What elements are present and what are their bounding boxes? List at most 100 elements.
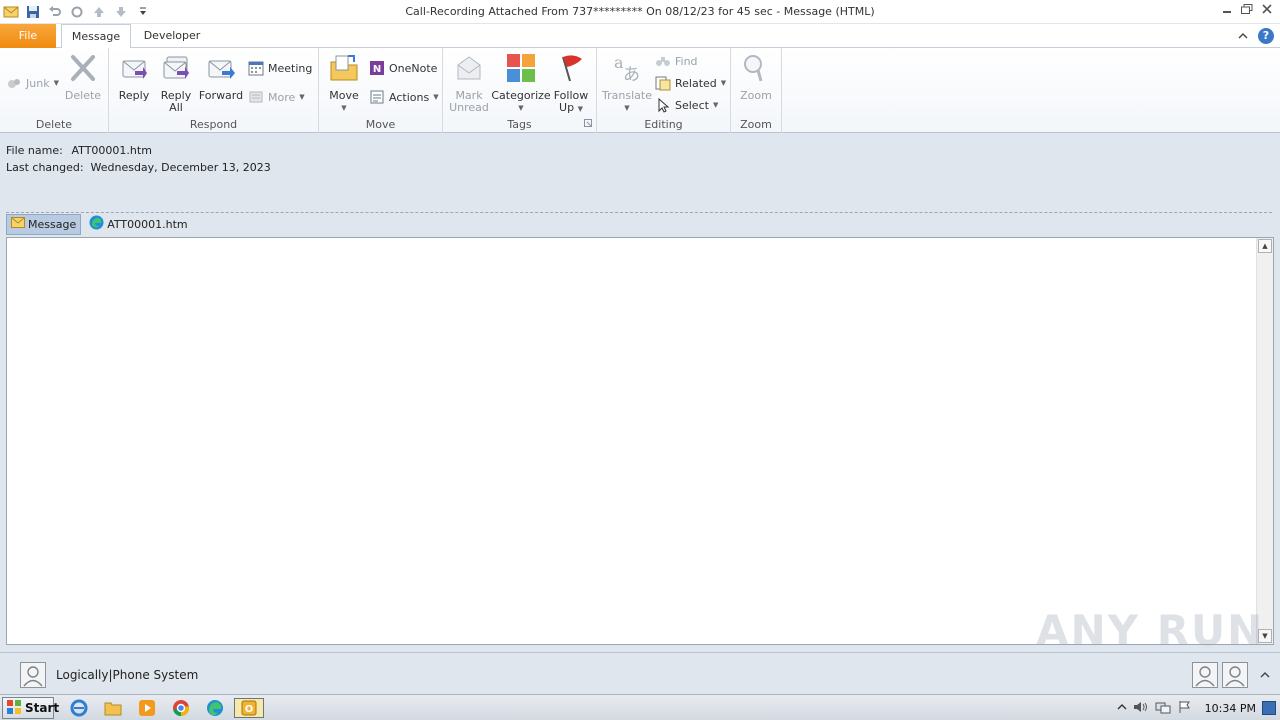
- actions-icon: [369, 89, 385, 105]
- expand-people-pane-icon[interactable]: [1260, 669, 1270, 682]
- svg-text:N: N: [373, 64, 381, 75]
- onenote-icon: N: [369, 60, 385, 76]
- attachment-file[interactable]: ATT00001.htm: [85, 214, 191, 235]
- clock[interactable]: 10:34 PM: [1205, 702, 1256, 715]
- reply-all-button[interactable]: Reply All: [157, 52, 195, 114]
- reply-icon: [118, 52, 150, 84]
- categorize-icon: [505, 52, 537, 84]
- network-icon[interactable]: [1155, 700, 1171, 717]
- ribbon-group-move: Move ▼ N OneNote Actions ▼ Move: [319, 48, 443, 133]
- help-icon[interactable]: ?: [1258, 28, 1274, 44]
- actions-button[interactable]: Actions ▼: [369, 88, 439, 106]
- follow-up-button[interactable]: Follow Up ▼: [553, 52, 589, 115]
- restore-icon[interactable]: [1240, 2, 1254, 16]
- group-label-tags: Tags: [507, 118, 532, 131]
- move-folder-icon: [328, 52, 360, 84]
- edge-icon[interactable]: [204, 698, 226, 718]
- magnifier-icon: [740, 52, 772, 84]
- chevron-down-icon: ▼: [712, 101, 719, 109]
- tab-developer[interactable]: Developer: [136, 24, 208, 48]
- group-label-editing: Editing: [644, 118, 683, 131]
- start-button[interactable]: Start: [2, 697, 59, 719]
- more-respond-button[interactable]: More ▼: [248, 88, 305, 106]
- sender-name[interactable]: Logically|Phone System: [56, 668, 198, 682]
- chevron-down-icon: ▼: [299, 93, 305, 101]
- zoom-button[interactable]: Zoom: [737, 52, 775, 102]
- window-title: Call-Recording Attached From 737********…: [405, 5, 875, 18]
- window-controls: [1220, 2, 1274, 16]
- chrome-icon[interactable]: [170, 698, 192, 718]
- volume-icon[interactable]: [1133, 700, 1149, 717]
- chevron-down-icon: ▼: [341, 104, 347, 112]
- move-button[interactable]: Move ▼: [325, 52, 363, 114]
- minimize-ribbon-icon[interactable]: [1238, 30, 1248, 43]
- taskbar: Start O 10:34 PM: [0, 694, 1280, 720]
- cursor-arrow-icon: [655, 97, 671, 113]
- meeting-button[interactable]: Meeting: [248, 59, 312, 77]
- show-desktop-button[interactable]: [1262, 701, 1276, 715]
- group-label-delete: Delete: [35, 118, 73, 131]
- last-changed-value: Wednesday, December 13, 2023: [90, 161, 271, 174]
- vertical-scrollbar[interactable]: ▲ ▼: [1256, 238, 1273, 644]
- calendar-icon: [248, 60, 264, 76]
- ribbon-group-delete: Junk ▼ Delete Delete: [0, 48, 109, 133]
- close-icon[interactable]: [1260, 2, 1274, 16]
- attachment-bar: Message ATT00001.htm: [6, 213, 192, 235]
- header-divider: [6, 212, 1272, 213]
- categorize-button[interactable]: Categorize ▼: [491, 52, 551, 114]
- message-body[interactable]: ▲ ▼: [6, 237, 1274, 645]
- minimize-icon[interactable]: [1220, 2, 1234, 16]
- avatar-small[interactable]: [1222, 662, 1248, 688]
- media-player-icon[interactable]: [136, 698, 158, 718]
- translate-button[interactable]: aあ Translate ▼: [602, 52, 652, 114]
- mark-unread-icon: [453, 52, 485, 84]
- people-pane: Logically|Phone System: [0, 652, 1280, 692]
- watermark-logo: ANY RUN: [1036, 606, 1265, 655]
- select-button[interactable]: Select ▼: [655, 96, 718, 114]
- related-icon: [655, 75, 671, 91]
- forward-icon: [205, 52, 237, 84]
- avatar-small[interactable]: [1192, 662, 1218, 688]
- scroll-up-arrow-icon[interactable]: ▲: [1258, 239, 1272, 253]
- group-label-zoom: Zoom: [740, 118, 772, 131]
- forward-button[interactable]: Forward: [199, 52, 243, 102]
- group-label-move: Move: [365, 118, 396, 131]
- file-explorer-icon[interactable]: [102, 698, 124, 718]
- file-name-label: File name:: [6, 144, 63, 157]
- file-name-value: ATT00001.htm: [71, 144, 152, 157]
- ribbon-tab-row: File Message Developer ?: [0, 24, 1280, 49]
- onenote-button[interactable]: N OneNote: [369, 59, 437, 77]
- avatar[interactable]: [20, 662, 46, 688]
- delete-button[interactable]: Delete: [63, 52, 103, 102]
- reply-all-icon: [160, 52, 192, 84]
- chevron-down-icon: ▼: [720, 79, 727, 87]
- ribbon-group-zoom: Zoom Zoom: [731, 48, 782, 133]
- edge-browser-icon: [89, 215, 104, 233]
- mark-unread-button[interactable]: Mark Unread: [449, 52, 489, 114]
- svg-text:あ: あ: [623, 65, 640, 84]
- related-button[interactable]: Related ▼: [655, 74, 726, 92]
- ribbon: Junk ▼ Delete Delete Reply Reply All For…: [0, 48, 1280, 133]
- reply-button[interactable]: Reply: [115, 52, 153, 102]
- outlook-taskbar-icon[interactable]: O: [234, 698, 264, 718]
- tab-file[interactable]: File: [0, 24, 56, 48]
- file-name-row: File name: ATT00001.htm: [6, 144, 152, 157]
- attachment-message[interactable]: Message: [6, 213, 82, 235]
- chevron-down-icon: ▼: [624, 104, 630, 112]
- windows-logo-icon: [6, 699, 22, 718]
- translate-icon: aあ: [611, 52, 643, 84]
- chevron-down-icon: ▼: [53, 79, 59, 87]
- junk-button[interactable]: Junk ▼: [6, 74, 59, 92]
- show-hidden-icons-icon[interactable]: [1117, 702, 1127, 715]
- action-center-flag-icon[interactable]: [1177, 700, 1191, 717]
- chevron-down-icon: ▼: [577, 105, 583, 113]
- chevron-down-icon: ▼: [518, 104, 524, 112]
- ribbon-group-editing: aあ Translate ▼ Find Related ▼ Select ▼ E…: [597, 48, 731, 133]
- binoculars-icon: [655, 53, 671, 69]
- internet-explorer-icon[interactable]: [68, 698, 90, 718]
- find-button[interactable]: Find: [655, 52, 698, 70]
- tab-message[interactable]: Message: [61, 24, 131, 49]
- last-changed-row: Last changed: Wednesday, December 13, 20…: [6, 161, 271, 174]
- dialog-launcher-icon[interactable]: [584, 117, 592, 130]
- ribbon-group-tags: Mark Unread Categorize ▼ Follow Up ▼ Tag…: [443, 48, 597, 133]
